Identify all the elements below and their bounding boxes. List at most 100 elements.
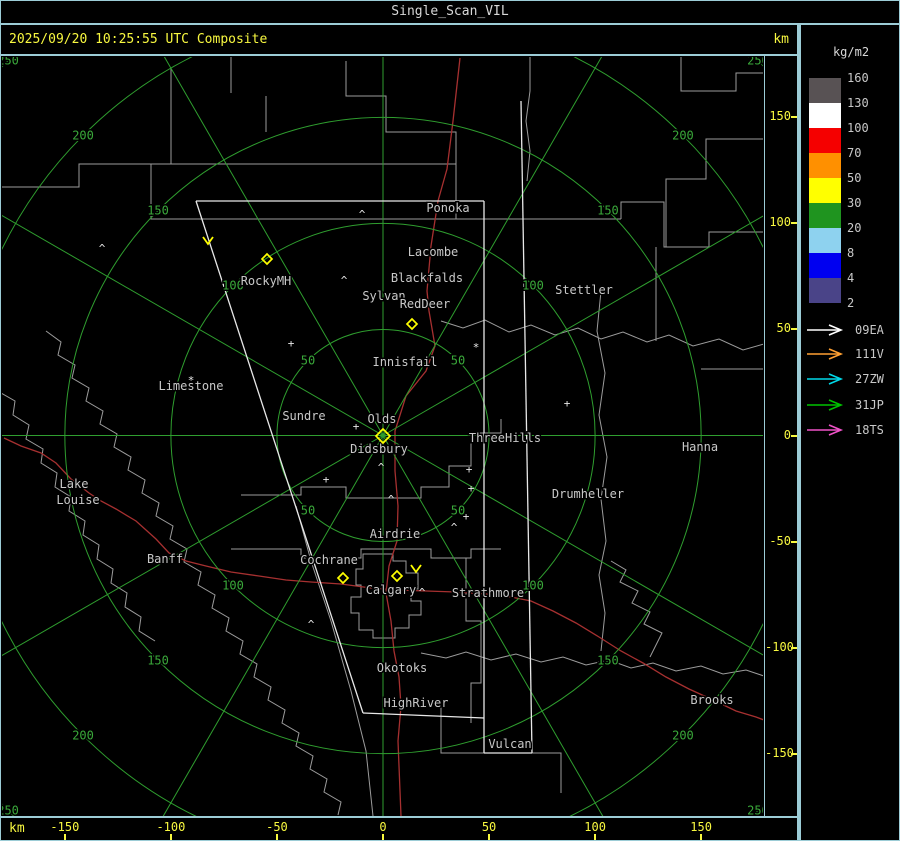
bottom-axis-tick — [488, 834, 491, 840]
ring-distance-label: 100 — [522, 279, 544, 293]
right-axis-tick-label: -100 — [765, 639, 794, 654]
city-label-cochrane: Cochrane — [300, 553, 358, 567]
right-axis-tick-label: -150 — [765, 745, 794, 760]
radar-arrow-icon — [807, 324, 844, 336]
city-label-threehills: ThreeHills — [469, 431, 541, 445]
title-bar: Single_Scan_VIL — [1, 1, 899, 25]
city-label-okotoks: Okotoks — [377, 661, 428, 675]
star-marker: * — [473, 341, 480, 354]
ring-distance-label: 50 — [301, 354, 315, 368]
ring-distance-label: 50 — [451, 354, 465, 368]
city-label-olds: Olds — [368, 412, 397, 426]
radar-site-diamond-marker — [405, 317, 419, 331]
city-label-brooks: Brooks — [690, 693, 733, 707]
radar-arrow-icon — [807, 348, 844, 360]
caret-marker: ^ — [341, 274, 348, 287]
radar-site-legend: 09EA 111V 27ZW 31JP 18TS — [801, 25, 899, 840]
ring-distance-label: 250 — [747, 56, 764, 68]
city-label-banff: Banff — [147, 552, 183, 566]
bottom-axis-tick — [275, 834, 278, 840]
bottom-axis-unit-label: km — [9, 821, 25, 836]
bottom-axis-tick-label: 150 — [690, 820, 712, 834]
right-axis-tick-label: -50 — [769, 533, 791, 548]
caret-marker: ^ — [308, 618, 315, 631]
ring-distance-label: 250 — [1, 803, 19, 816]
bottom-axis-tick — [63, 834, 66, 840]
city-label-strathmore: Strathmore — [452, 586, 524, 600]
star-marker: * — [188, 374, 195, 387]
bottom-axis-tick — [700, 834, 703, 840]
radar-map[interactable]: 50 50 50 50 100 100 100 100 150 150 150 150 200 200 20… — [1, 56, 765, 816]
radar-arrow-icon — [807, 399, 844, 411]
plus-marker: + — [466, 463, 473, 476]
caret-marker: ^ — [378, 461, 385, 474]
caret-marker: ^ — [388, 493, 395, 506]
ring-distance-label: 200 — [672, 129, 694, 143]
right-axis-unit-label: km — [773, 32, 789, 47]
bottom-axis-tick-label: 0 — [379, 820, 387, 834]
bottom-axis-tick-label: 50 — [481, 820, 497, 834]
city-label-blackfalds: Blackfalds — [391, 271, 463, 285]
right-axis-tick-label: 150 — [769, 109, 791, 124]
radar-arrow-icon — [807, 373, 844, 385]
bottom-axis-tick-label: -150 — [50, 820, 80, 834]
ring-distance-label: 250 — [747, 803, 764, 816]
ring-distance-label: 200 — [672, 728, 694, 742]
city-label-airdrie: Airdrie — [370, 527, 421, 541]
city-label-highriver: HighRiver — [383, 696, 448, 710]
right-axis-tick-label: 0 — [783, 427, 791, 442]
radar-id-label: 09EA — [855, 323, 884, 337]
right-axis-tick-label: 50 — [776, 321, 791, 336]
caret-marker: ^ — [451, 521, 458, 534]
city-label-lake: Lake — [60, 477, 89, 491]
bottom-axis-tick — [169, 834, 172, 840]
plus-marker: + — [564, 397, 571, 410]
radar-id-label: 31JP — [855, 398, 884, 412]
ring-distance-label: 50 — [301, 503, 315, 517]
status-bar: 2025/09/20 10:25:55 UTC Composite km — [1, 25, 797, 56]
ring-distance-label: 200 — [72, 129, 94, 143]
ring-distance-label: 200 — [72, 728, 94, 742]
ring-distance-label: 150 — [147, 204, 169, 218]
caret-marker: ^ — [419, 586, 426, 599]
city-label-louise: Louise — [56, 493, 99, 507]
right-distance-axis: 150 100 50 0 -50 -100 -150 — [765, 56, 797, 816]
bottom-axis-tick — [382, 834, 384, 840]
ring-distance-label: 150 — [147, 653, 169, 667]
city-label-stettler: Stettler — [555, 283, 613, 297]
legend-panel: kg/m2 160 130 100 70 50 30 20 8 4 2 09EA 111V 27ZW 3… — [797, 25, 899, 840]
bottom-distance-axis: km -150 -100 -50 0 50 100 150 — [1, 816, 797, 840]
city-label-calgary: Calgary — [366, 583, 417, 597]
ring-distance-label: 250 — [1, 56, 19, 68]
radar-site-diamond-marker — [336, 571, 350, 585]
radar-viewer-window: Single_Scan_VIL 2025/09/20 10:25:55 UTC … — [0, 0, 900, 841]
ring-distance-label: 150 — [597, 204, 619, 218]
right-axis-tick-label: 100 — [769, 215, 791, 230]
radar-id-label: 27ZW — [855, 372, 884, 386]
city-label-sundre: Sundre — [282, 409, 325, 423]
city-label-didsbury: Didsbury — [350, 442, 408, 456]
city-label-ponoka: Ponoka — [426, 201, 469, 215]
radar-map-canvas[interactable]: 50 5050 50100 100100 100150 150150 150200 20020… — [1, 56, 764, 816]
city-label-hanna: Hanna — [682, 440, 718, 454]
city-label-reddeer: RedDeer — [400, 297, 451, 311]
radar-id-label: 18TS — [855, 423, 884, 437]
city-label-vulcan: Vulcan — [488, 737, 531, 751]
plus-marker: + — [463, 510, 470, 523]
radar-id-label: 111V — [855, 347, 884, 361]
ring-distance-label: 100 — [522, 578, 544, 592]
scan-timestamp: 2025/09/20 10:25:55 UTC Composite — [9, 32, 268, 47]
city-label-drumheller: Drumheller — [552, 487, 624, 501]
ring-distance-label: 100 — [222, 578, 244, 592]
bottom-axis-tick — [594, 834, 597, 840]
plus-marker: + — [353, 420, 360, 433]
plus-marker: + — [468, 482, 475, 495]
radar-site-diamond-marker — [390, 569, 404, 583]
city-label-innisfail: Innisfail — [372, 355, 437, 369]
window-title: Single_Scan_VIL — [391, 4, 509, 19]
city-label-lacombe: Lacombe — [408, 245, 459, 259]
bottom-axis-tick-label: 100 — [584, 820, 606, 834]
city-label-rockymh: RockyMH — [241, 274, 292, 288]
ring-distance-label: 150 — [597, 653, 619, 667]
caret-marker: ^ — [359, 208, 366, 221]
